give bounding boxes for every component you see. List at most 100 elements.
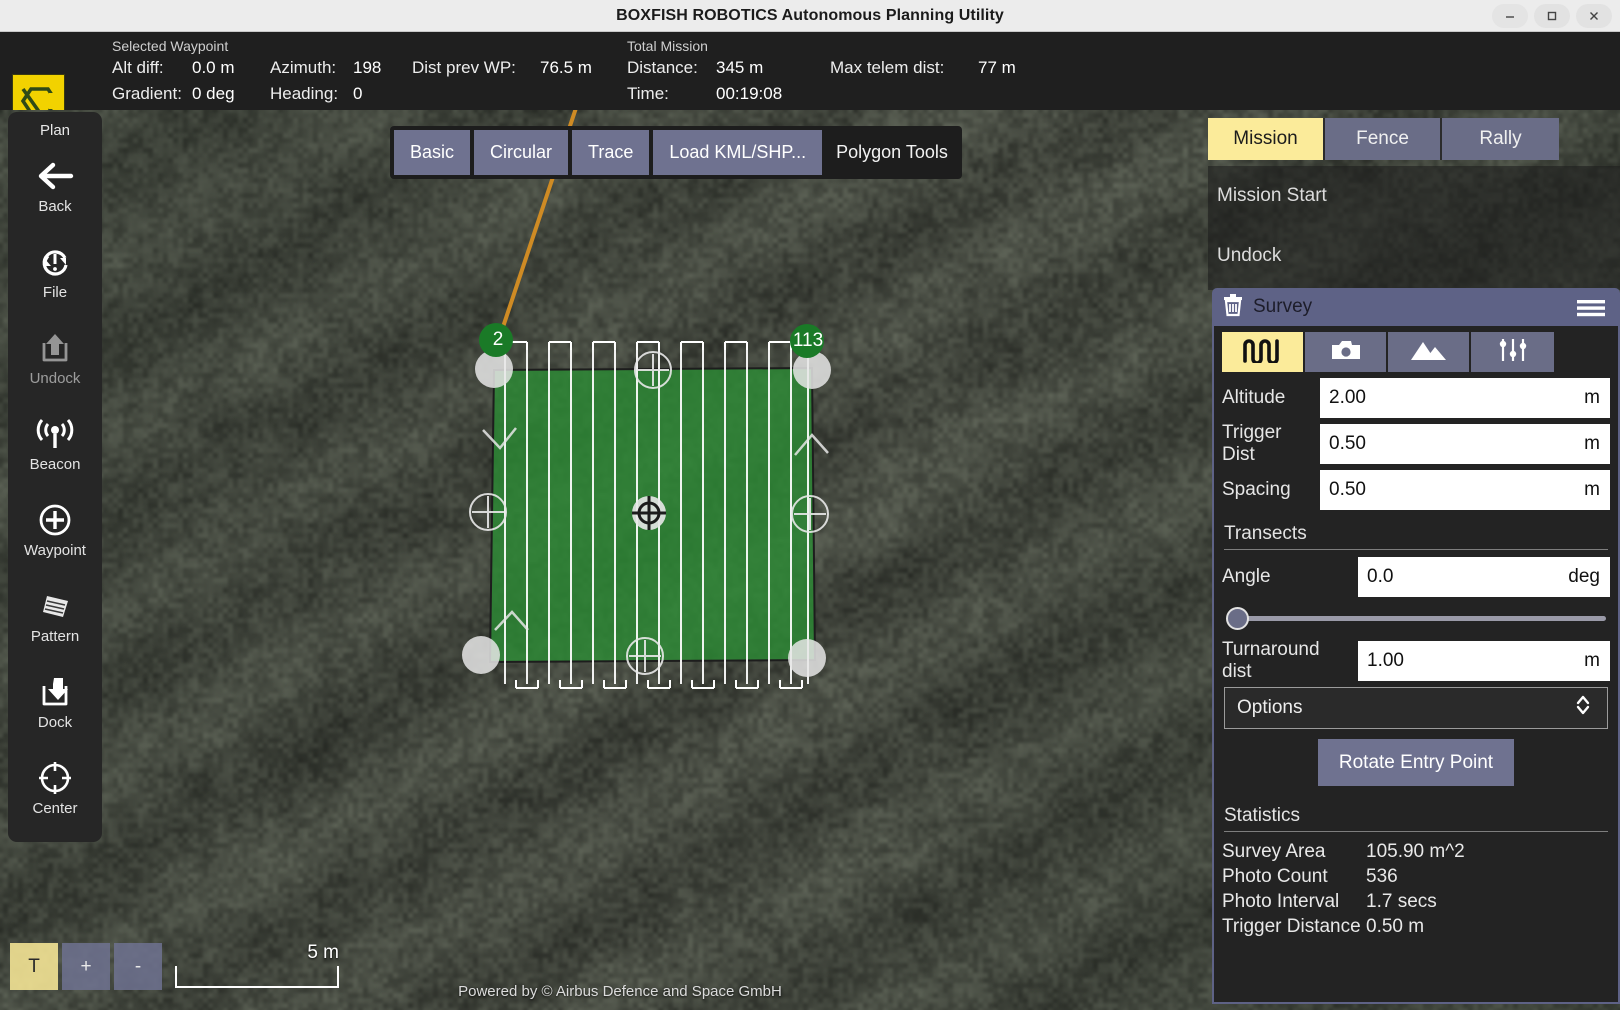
alt-diff-value: 0.0 m: [192, 58, 235, 78]
zoom-in-button[interactable]: +: [62, 943, 110, 990]
mission-item-mission-start[interactable]: Mission Start: [1208, 166, 1620, 226]
map-type-button[interactable]: T: [10, 943, 58, 990]
angle-input[interactable]: 0.0 deg: [1358, 557, 1610, 597]
rail-item-pattern[interactable]: Pattern: [8, 573, 102, 659]
selected-waypoint-caption: Selected Waypoint: [112, 38, 235, 54]
alt-diff-label: Alt diff:: [112, 58, 192, 78]
angle-slider-knob[interactable]: [1226, 607, 1249, 630]
transects-heading: Transects: [1222, 516, 1610, 549]
rail-item-dock[interactable]: Dock: [8, 659, 102, 745]
survey-transects-tab[interactable]: [1222, 332, 1305, 372]
options-dropdown[interactable]: Options: [1224, 687, 1608, 729]
polygon-circular-button[interactable]: Circular: [474, 130, 568, 175]
polygon-basic-button[interactable]: Basic: [394, 130, 470, 175]
turnaround-label: Turnaround dist: [1222, 641, 1358, 681]
turnaround-value: 1.00: [1367, 650, 1404, 672]
survey-terrain-tab[interactable]: [1388, 332, 1471, 372]
trigger-dist-input[interactable]: 0.50 m: [1320, 424, 1610, 464]
window-title: BOXFISH ROBOTICS Autonomous Planning Uti…: [616, 7, 1004, 25]
status-header: Selected Waypoint Alt diff: 0.0 m Gradie…: [0, 32, 1620, 110]
rail-item-back[interactable]: Back: [8, 143, 102, 229]
rail-item-beacon[interactable]: Beacon: [8, 401, 102, 487]
tab-mission[interactable]: Mission: [1208, 118, 1325, 160]
polygon-center-handle[interactable]: [632, 496, 666, 530]
altitude-value: 2.00: [1329, 387, 1366, 409]
angle-slider-track: [1233, 616, 1606, 621]
center-crosshair-icon: [38, 759, 72, 797]
rail-item-waypoint[interactable]: Waypoint: [8, 487, 102, 573]
polygon-corner-handle: [462, 636, 500, 674]
mission-items-list: Mission Start Undock: [1208, 166, 1620, 290]
rail-label-beacon: Beacon: [30, 456, 81, 473]
statistics-divider: [1224, 831, 1608, 832]
gradient-value: 0 deg: [192, 84, 235, 104]
spacing-row: Spacing 0.50 m: [1222, 470, 1610, 510]
sliders-settings-icon: [1498, 337, 1528, 368]
maximize-button[interactable]: [1534, 4, 1570, 28]
polygon-corner-handle: [788, 639, 826, 677]
max-telem-label: Max telem dist:: [830, 58, 978, 78]
polygon-tools-label: Polygon Tools: [826, 142, 962, 163]
turnaround-input[interactable]: 1.00 m: [1358, 641, 1610, 681]
stat-photo-count-key: Photo Count: [1222, 866, 1366, 888]
max-telem-group: Max telem dist: 77 m: [830, 58, 1016, 84]
file-sync-icon: [38, 243, 72, 281]
stat-photo-interval-value: 1.7 secs: [1366, 891, 1437, 913]
polygon-tools-bar: Basic Circular Trace Load KML/SHP... Pol…: [390, 126, 962, 179]
time-label: Time:: [627, 84, 716, 104]
survey-camera-tab[interactable]: [1305, 332, 1388, 372]
total-mission-group: Total Mission Distance: 345 m Time: 00:1…: [627, 38, 782, 110]
polygon-load-kml-shp-button[interactable]: Load KML/SHP...: [653, 130, 822, 175]
rail-label-center: Center: [32, 800, 77, 817]
azimuth-label: Azimuth:: [270, 58, 353, 78]
tab-rally[interactable]: Rally: [1442, 118, 1559, 160]
zoom-out-button[interactable]: -: [114, 943, 162, 990]
turnaround-unit: m: [1584, 650, 1600, 672]
stat-photo-count: Photo Count 536: [1222, 864, 1610, 889]
trash-icon[interactable]: [1222, 293, 1244, 322]
altitude-input[interactable]: 2.00 m: [1320, 378, 1610, 418]
waypoint-start-label: 2: [488, 329, 508, 351]
back-arrow-icon: [35, 157, 75, 195]
pattern-layers-icon: [37, 587, 73, 625]
spacing-input[interactable]: 0.50 m: [1320, 470, 1610, 510]
dist-prev-wp-group: Dist prev WP: 76.5 m: [412, 58, 592, 84]
max-telem-value: 77 m: [978, 58, 1016, 78]
turnaround-row: Turnaround dist 1.00 m: [1222, 641, 1610, 681]
dist-prev-label: Dist prev WP:: [412, 58, 540, 78]
rail-item-file[interactable]: File: [8, 229, 102, 315]
distance-label: Distance:: [627, 58, 716, 78]
waypoint-end-label: 113: [791, 330, 825, 352]
map-scale-bar: 5 m: [175, 966, 339, 988]
mission-item-undock[interactable]: Undock: [1208, 226, 1620, 286]
chevron-updown-icon: [1575, 694, 1591, 722]
trigger-dist-unit: m: [1584, 433, 1600, 455]
close-button[interactable]: [1576, 4, 1612, 28]
statistics-heading: Statistics: [1222, 798, 1610, 831]
rotate-entry-point-button[interactable]: Rotate Entry Point: [1318, 739, 1514, 786]
angle-slider[interactable]: [1224, 603, 1608, 633]
selected-waypoint-group: Selected Waypoint Alt diff: 0.0 m Gradie…: [112, 38, 235, 110]
rail-label-pattern: Pattern: [31, 628, 79, 645]
undock-upload-icon: [37, 329, 73, 367]
tab-fence[interactable]: Fence: [1325, 118, 1442, 160]
rail-item-center[interactable]: Center: [8, 745, 102, 831]
polygon-trace-button[interactable]: Trace: [572, 130, 649, 175]
stat-photo-interval: Photo Interval 1.7 secs: [1222, 889, 1610, 914]
camera-icon: [1330, 338, 1362, 367]
rail-item-undock[interactable]: Undock: [8, 315, 102, 401]
hamburger-menu-icon[interactable]: [1576, 298, 1606, 323]
spacing-label: Spacing: [1222, 470, 1320, 510]
survey-settings-tab[interactable]: [1471, 332, 1554, 372]
plan-tool-rail: Plan Back File Undock: [8, 112, 102, 842]
angle-value: 0.0: [1367, 566, 1393, 588]
stat-photo-interval-key: Photo Interval: [1222, 891, 1366, 913]
stat-trigger-distance-key: Trigger Distance: [1222, 916, 1366, 938]
rail-label-dock: Dock: [38, 714, 72, 731]
angle-label: Angle: [1222, 557, 1358, 597]
survey-transects-icon: [1241, 337, 1285, 368]
survey-title: Survey: [1253, 296, 1312, 318]
stat-survey-area-key: Survey Area: [1222, 841, 1366, 863]
stat-survey-area: Survey Area 105.90 m^2: [1222, 839, 1610, 864]
minimize-button[interactable]: [1492, 4, 1528, 28]
